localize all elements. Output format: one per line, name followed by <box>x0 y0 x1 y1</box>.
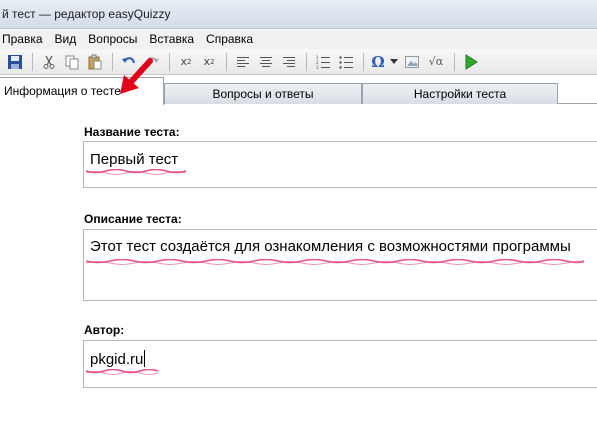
menu-view[interactable]: Вид <box>51 32 85 46</box>
author-label: Автор: <box>84 323 125 337</box>
numbered-list-icon[interactable]: 123 <box>312 51 334 73</box>
subscript-mark: 2 <box>210 57 215 66</box>
author-value: pkgid.ru <box>90 351 144 368</box>
bullet-list-icon[interactable] <box>335 51 357 73</box>
toolbar-separator <box>169 52 170 71</box>
formula-label: √α <box>428 55 444 68</box>
dropdown-arrow-icon[interactable] <box>388 51 400 73</box>
toolbar-separator <box>306 52 307 71</box>
highlight-underline <box>86 369 158 375</box>
toolbar-separator <box>112 52 113 71</box>
window-title: й тест — редактор easyQuizzy <box>2 7 171 21</box>
paste-icon[interactable] <box>84 51 106 73</box>
insert-image-icon[interactable] <box>401 51 423 73</box>
menu-bar: Правка Вид Вопросы Вставка Справка <box>0 29 597 49</box>
name-label: Название теста: <box>84 125 180 139</box>
toolbar-separator <box>32 52 33 71</box>
superscript-mark: 2 <box>187 57 192 66</box>
name-value: Первый тест <box>90 151 179 168</box>
omega-symbol-icon[interactable]: Ω <box>369 51 387 73</box>
superscript-icon[interactable]: x2 <box>175 51 197 73</box>
description-label: Описание теста: <box>84 212 182 226</box>
text-caret <box>144 350 146 367</box>
align-right-icon[interactable] <box>278 51 300 73</box>
tab-test-settings[interactable]: Настройки теста <box>362 83 558 104</box>
cut-icon[interactable] <box>38 51 60 73</box>
menu-questions[interactable]: Вопросы <box>84 32 145 46</box>
description-value: Этот тест создаётся для ознакомления с в… <box>90 238 571 255</box>
formula-icon[interactable]: √α <box>424 51 448 73</box>
subscript-icon[interactable]: x2 <box>198 51 220 73</box>
svg-text:3: 3 <box>316 65 319 70</box>
run-icon[interactable] <box>460 51 482 73</box>
align-center-icon[interactable] <box>255 51 277 73</box>
author-input[interactable]: pkgid.ru <box>83 340 597 388</box>
copy-icon[interactable] <box>61 51 83 73</box>
tab-questions-answers[interactable]: Вопросы и ответы <box>164 83 362 104</box>
highlight-underline <box>86 169 186 175</box>
menu-insert[interactable]: Вставка <box>145 32 202 46</box>
tab-strip: Информация о тесте Вопросы и ответы Наст… <box>0 77 597 105</box>
highlight-underline <box>86 259 584 265</box>
omega-label: Ω <box>371 52 385 71</box>
menu-edit[interactable]: Правка <box>0 32 51 46</box>
menu-help[interactable]: Справка <box>202 32 261 46</box>
description-input[interactable]: Этот тест создаётся для ознакомления с в… <box>83 229 597 301</box>
toolbar: x2 x2 123 Ω √α <box>0 49 597 75</box>
window-titlebar: й тест — редактор easyQuizzy <box>0 0 597 29</box>
toolbar-separator <box>454 52 455 71</box>
author-value-wrapper: pkgid.ru <box>90 350 146 368</box>
align-left-icon[interactable] <box>232 51 254 73</box>
annotation-arrow-icon <box>120 58 153 94</box>
save-icon[interactable] <box>4 51 26 73</box>
name-input[interactable]: Первый тест <box>83 141 597 188</box>
toolbar-separator <box>363 52 364 71</box>
toolbar-separator <box>226 52 227 71</box>
